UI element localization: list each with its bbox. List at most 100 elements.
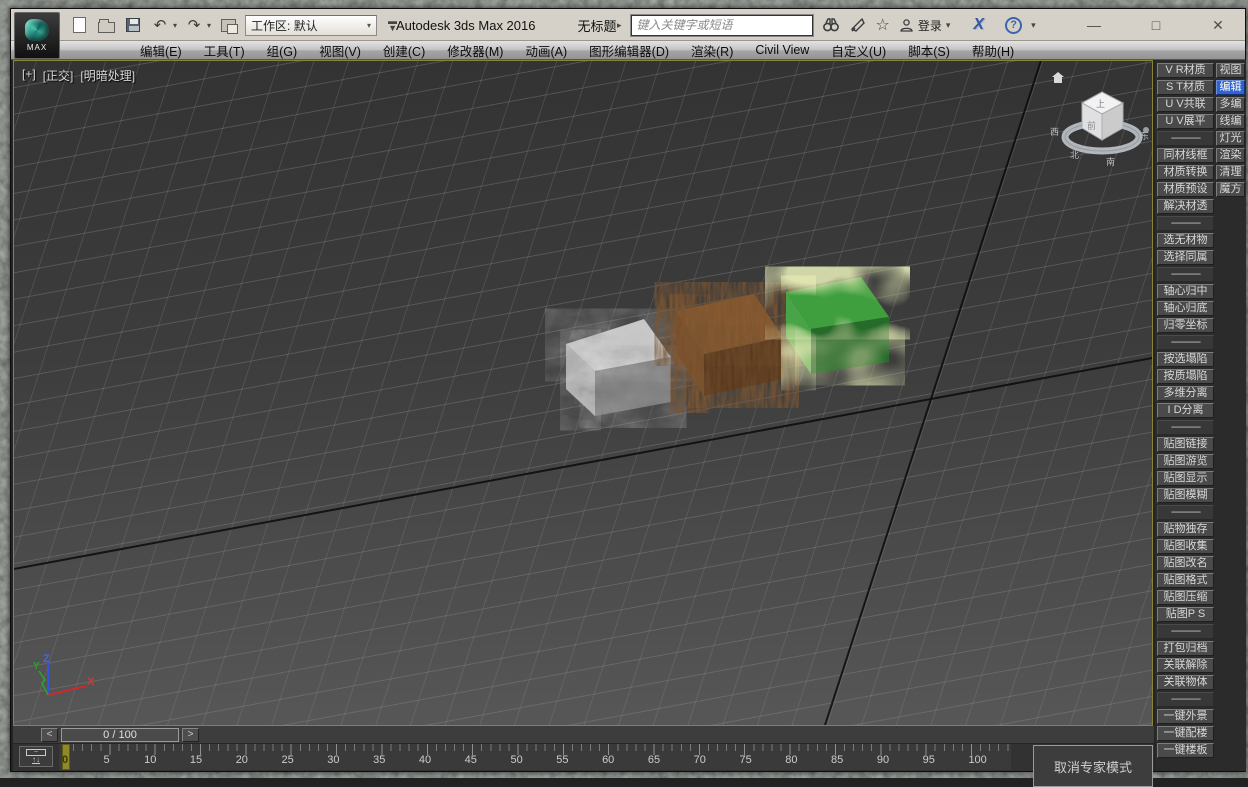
sidebar-tool-button[interactable]: 按选塌陷	[1157, 352, 1214, 367]
compass-south-label[interactable]: 南	[1106, 156, 1115, 167]
sidebar-tool-button[interactable]: 材质转换	[1157, 165, 1214, 180]
viewcube[interactable]: 西 北 南 东 上 前	[1044, 63, 1152, 193]
close-button[interactable]: ✕	[1205, 17, 1231, 34]
sidebar-tool-button[interactable]: 打包归档	[1157, 641, 1214, 656]
menu-item[interactable]: 动画(A)	[514, 41, 578, 60]
sidebar-tool-button[interactable]: U V展平	[1157, 114, 1214, 129]
manage-scenes-button[interactable]	[218, 15, 238, 35]
help-button[interactable]: ?	[1005, 17, 1022, 34]
sidebar-tool-button[interactable]: 一键配楼	[1157, 726, 1214, 741]
viewport-menu-plus[interactable]: [+]	[22, 67, 36, 84]
sidebar-tab[interactable]: 清理	[1216, 165, 1245, 180]
sidebar-tab[interactable]: 魔方	[1216, 182, 1245, 197]
undo-button[interactable]: ↶	[150, 15, 170, 35]
sidebar-tab[interactable]: 多编	[1216, 97, 1245, 112]
sidebar-tool-button[interactable]: I D分离	[1157, 403, 1214, 418]
sidebar-tab[interactable]: 线编	[1216, 114, 1245, 129]
menu-item[interactable]: 创建(C)	[372, 41, 436, 60]
viewport-shading-label[interactable]: [明暗处理]	[80, 67, 135, 84]
sidebar-tool-button[interactable]: 多维分离	[1157, 386, 1214, 401]
cube-marble[interactable]	[566, 319, 671, 416]
compass-west-label[interactable]: 西	[1050, 127, 1059, 137]
favorites-star-icon[interactable]: ☆	[876, 15, 890, 35]
cube-green[interactable]	[786, 277, 889, 374]
sidebar-tool-button[interactable]: 解决材透	[1157, 199, 1214, 214]
open-file-button[interactable]	[96, 15, 116, 35]
sidebar-tool-button[interactable]: 贴图格式	[1157, 573, 1214, 588]
help-caret-icon[interactable]: ▾	[1031, 20, 1036, 31]
sidebar-tool-button[interactable]: 贴图压缩	[1157, 590, 1214, 605]
viewport-view-label[interactable]: [正交]	[43, 67, 74, 84]
sidebar-tool-button[interactable]: 关联物体	[1157, 675, 1214, 690]
sidebar-tool-button[interactable]: 贴物独存	[1157, 522, 1214, 537]
sidebar-tool-button[interactable]: 同材线框	[1157, 148, 1214, 163]
timeline-ruler[interactable]: 0510152025303540455055606570758085909510…	[59, 744, 1011, 770]
next-frame-button[interactable]: >	[182, 728, 199, 742]
sidebar-tool-button[interactable]: 贴图改名	[1157, 556, 1214, 571]
viewcube-home-icon[interactable]	[1052, 72, 1064, 83]
viewcube-front-label[interactable]: 前	[1087, 120, 1096, 131]
exchange-apps-icon[interactable]: X	[973, 16, 984, 34]
cancel-expert-mode-button[interactable]: 取消专家模式	[1033, 745, 1153, 787]
menu-item[interactable]: 图形编辑器(D)	[578, 41, 680, 60]
search-input[interactable]	[631, 15, 813, 36]
previous-frame-button[interactable]: <	[41, 728, 58, 742]
communication-center-icon[interactable]	[849, 16, 867, 34]
redo-button[interactable]: ↷	[184, 15, 204, 35]
sidebar-tool-button[interactable]: 轴心归底	[1157, 301, 1214, 316]
sidebar-tab[interactable]: 灯光	[1216, 131, 1245, 146]
menu-item[interactable]: 自定义(U)	[820, 41, 897, 60]
menu-item[interactable]: 帮助(H)	[961, 41, 1025, 60]
viewport-orthographic[interactable]: [+] [正交] [明暗处理] 西 北 南 东	[13, 60, 1153, 726]
sidebar-tool-button[interactable]: 贴图模糊	[1157, 488, 1214, 503]
minimize-button[interactable]: —	[1081, 17, 1107, 33]
timeline-numbers: 0510152025303540455055606570758085909510…	[61, 754, 987, 766]
infocenter-collapse-icon[interactable]: ▸	[617, 20, 622, 31]
sidebar-tool-button[interactable]: 关联解除	[1157, 658, 1214, 673]
sidebar-tool-button[interactable]: 选无材物	[1157, 233, 1214, 248]
sidebar-tool-button[interactable]: 一键外景	[1157, 709, 1214, 724]
sidebar-tab[interactable]: 渲染	[1216, 148, 1245, 163]
sidebar-tab[interactable]: 编辑	[1216, 80, 1245, 95]
sidebar-tool-button[interactable]: 归零坐标	[1157, 318, 1214, 333]
menu-item[interactable]: 视图(V)	[308, 41, 372, 60]
sidebar-tool-button[interactable]: 轴心归中	[1157, 284, 1214, 299]
menu-item[interactable]: 渲染(R)	[680, 41, 744, 60]
menu-item[interactable]: 编辑(E)	[129, 41, 193, 60]
sidebar-tool-button[interactable]: 一键楼板	[1157, 743, 1214, 758]
sidebar-tool-button[interactable]: 材质预设	[1157, 182, 1214, 197]
sidebar-tool-button[interactable]: 选择同属	[1157, 250, 1214, 265]
search-binoculars-icon[interactable]	[822, 16, 840, 34]
sidebar-tool-button[interactable]: S T材质	[1157, 80, 1214, 95]
curve-arrows-icon: ↑↓	[32, 756, 40, 764]
sidebar-tool-button[interactable]: 贴图链接	[1157, 437, 1214, 452]
viewcube-top-label[interactable]: 上	[1096, 99, 1105, 109]
sidebar-tool-button[interactable]: 贴图显示	[1157, 471, 1214, 486]
sidebar-tool-button[interactable]: 贴图收集	[1157, 539, 1214, 554]
redo-dropdown-caret-icon[interactable]: ▾	[207, 21, 211, 30]
menu-item[interactable]: 脚本(S)	[897, 41, 961, 60]
workspace-selector[interactable]: 工作区: 默认 ▾	[245, 15, 377, 36]
menu-item[interactable]: 工具(T)	[193, 41, 256, 60]
menu-item[interactable]: 组(G)	[256, 41, 309, 60]
sidebar-tool-button[interactable]: 按质塌陷	[1157, 369, 1214, 384]
menu-item[interactable]: Civil View	[744, 43, 820, 57]
sidebar-tab[interactable]: 视图	[1216, 63, 1245, 78]
sidebar-tool-button[interactable]: V R材质	[1157, 63, 1214, 78]
cube-wood[interactable]	[676, 294, 783, 396]
save-file-button[interactable]	[123, 15, 143, 35]
compass-north-label[interactable]: 北	[1070, 150, 1079, 160]
sidebar-tool-button[interactable]: U V共联	[1157, 97, 1214, 112]
sidebar-tool-button[interactable]: 贴图P S	[1157, 607, 1214, 622]
new-scene-button[interactable]	[69, 15, 89, 35]
open-mini-curve-editor-button[interactable]: ~ ↑↓	[19, 746, 53, 767]
viewcube-cube[interactable]: 上 前	[1082, 92, 1123, 140]
sign-in-button[interactable]: 登录 ▾	[899, 17, 951, 34]
menu-item[interactable]: 修改器(M)	[436, 41, 514, 60]
sidebar-tool-button[interactable]: 贴图游览	[1157, 454, 1214, 469]
frame-counter-field[interactable]: 0 / 100	[61, 728, 179, 742]
maximize-button[interactable]: □	[1143, 17, 1169, 33]
viewcube-menu-dot-icon[interactable]	[1143, 127, 1149, 133]
application-menu-button[interactable]: MAX	[14, 12, 60, 59]
undo-dropdown-caret-icon[interactable]: ▾	[173, 21, 177, 30]
